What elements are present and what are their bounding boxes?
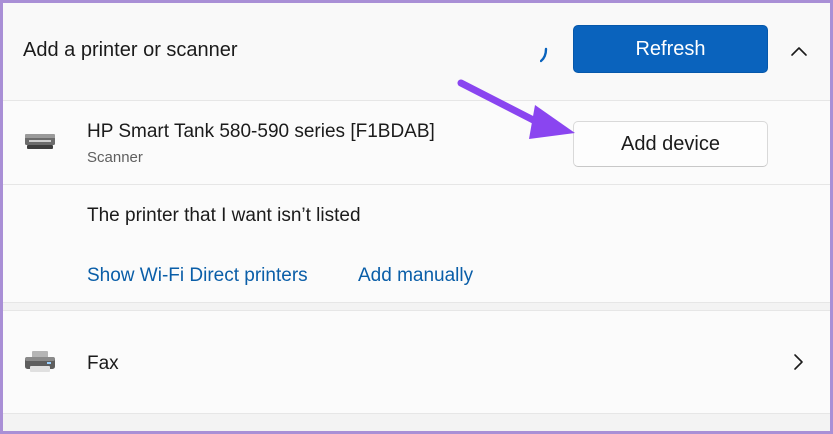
refresh-button[interactable]: Refresh xyxy=(573,25,768,73)
show-wifi-direct-printers-link[interactable]: Show Wi-Fi Direct printers xyxy=(87,265,308,287)
add-manually-link[interactable]: Add manually xyxy=(358,265,473,287)
device-name: HP Smart Tank 580-590 series [F1BDAB] xyxy=(87,121,435,142)
fax-row[interactable]: Fax xyxy=(3,310,830,414)
loading-spinner-icon xyxy=(540,47,548,63)
chevron-up-icon[interactable] xyxy=(787,39,811,63)
printer-not-listed-row: The printer that I want isn’t listed Sho… xyxy=(3,185,830,303)
chevron-right-icon xyxy=(794,354,803,370)
device-row: HP Smart Tank 580-590 series [F1BDAB] Sc… xyxy=(3,101,830,185)
fax-label: Fax xyxy=(87,353,119,374)
scanner-icon xyxy=(25,134,55,149)
settings-panel: Add a printer or scanner Refresh HP Smar… xyxy=(3,3,830,431)
add-device-button[interactable]: Add device xyxy=(573,121,768,167)
fax-icon xyxy=(25,351,55,372)
not-listed-text: The printer that I want isn’t listed xyxy=(87,205,361,226)
device-type: Scanner xyxy=(87,149,143,166)
section-title: Add a printer or scanner xyxy=(23,39,238,61)
add-printer-header: Add a printer or scanner Refresh xyxy=(3,3,830,101)
